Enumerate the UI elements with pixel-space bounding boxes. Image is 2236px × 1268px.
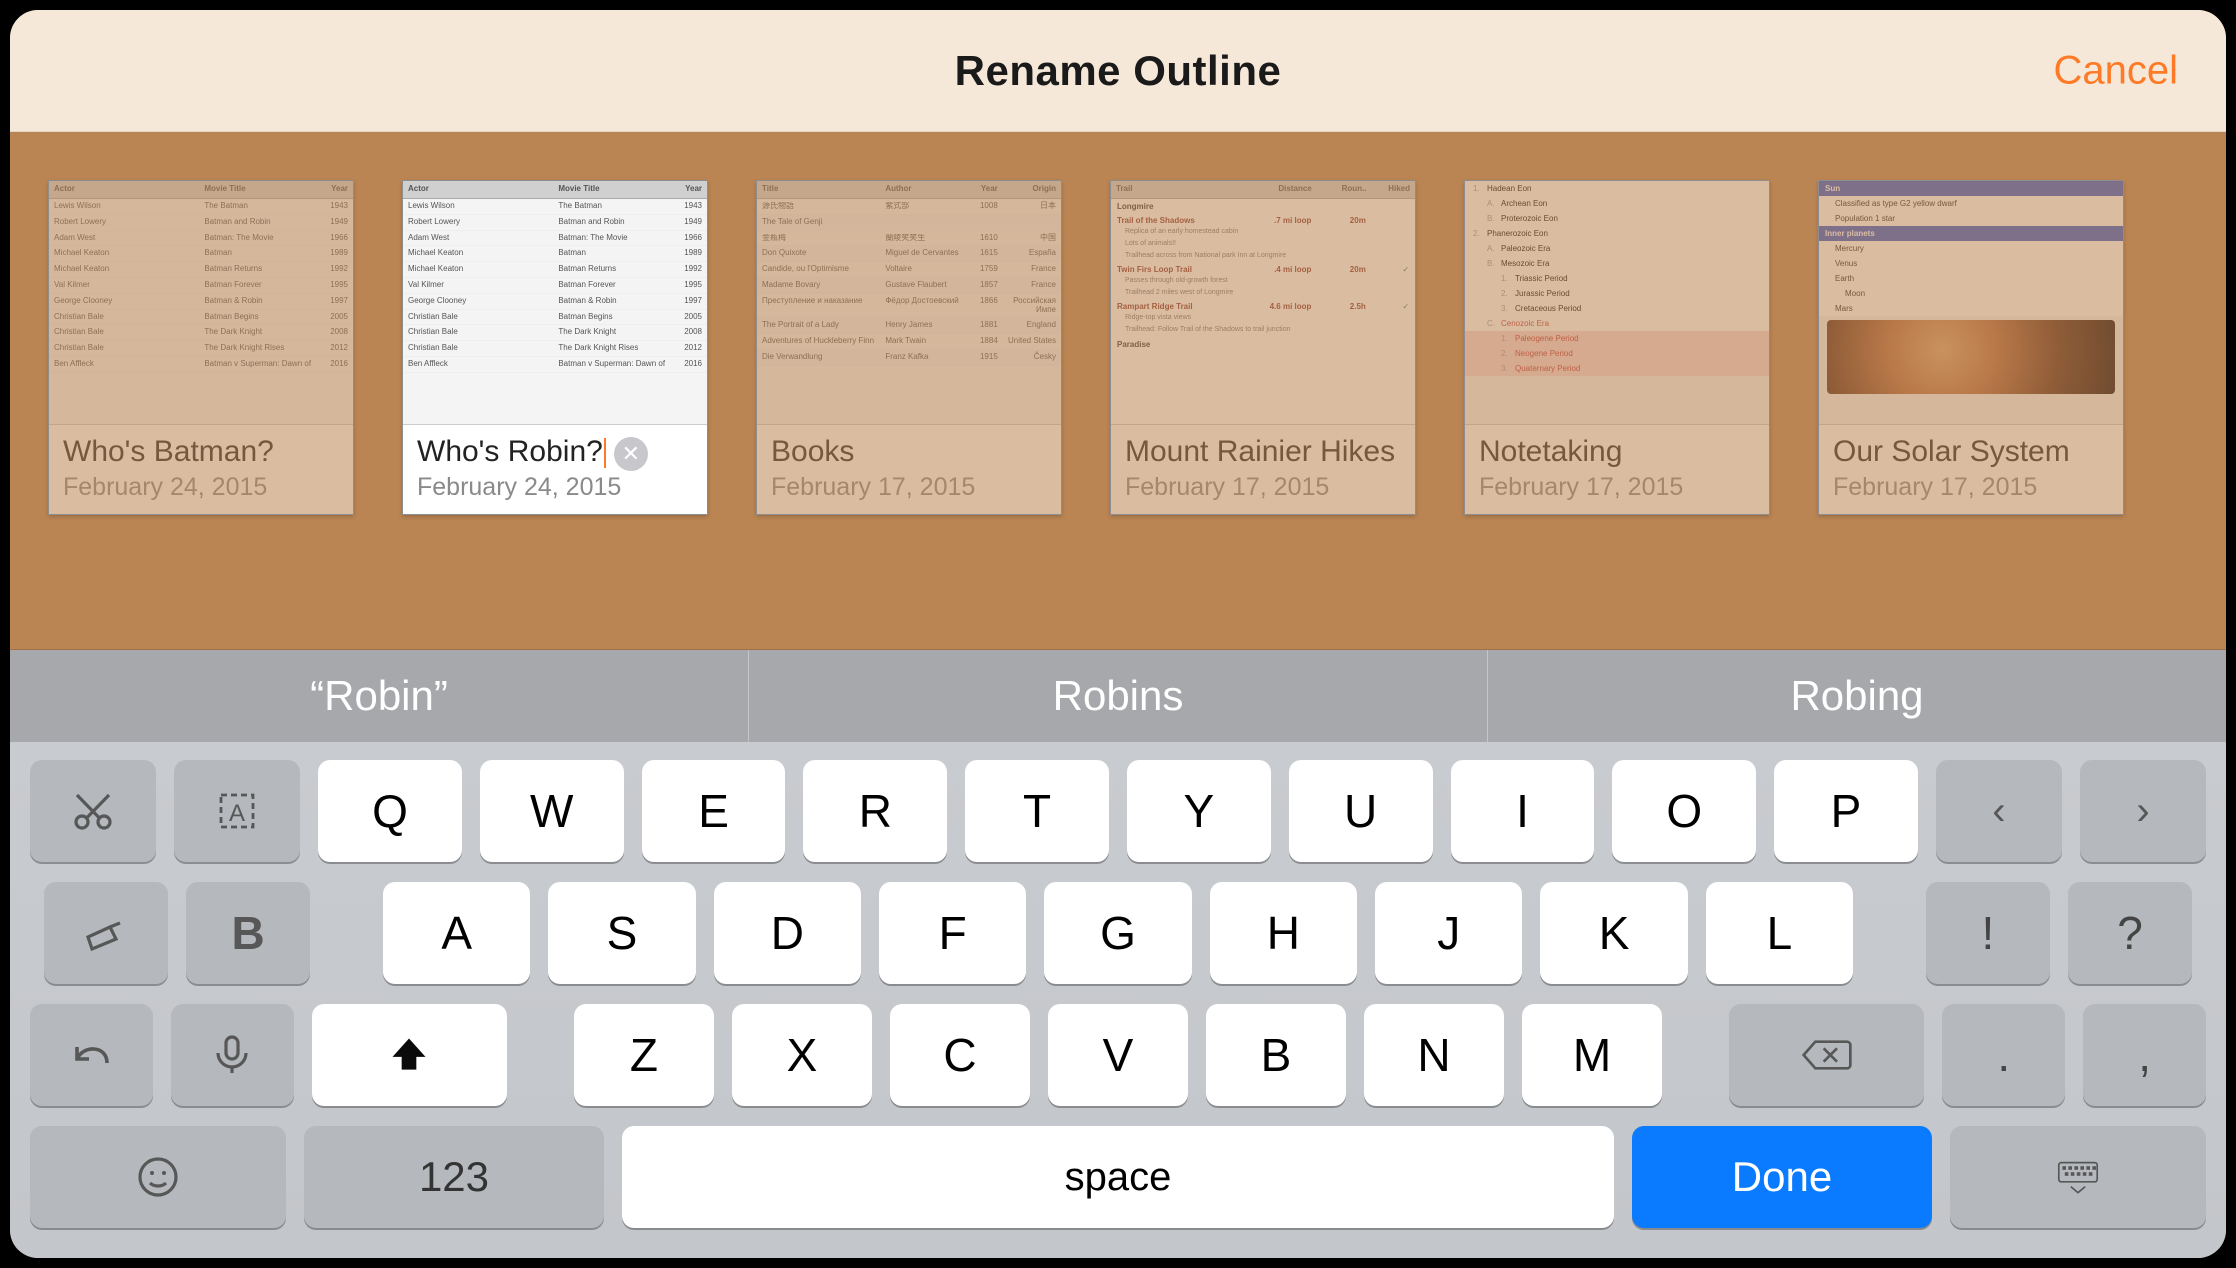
- key-g[interactable]: G: [1044, 882, 1191, 984]
- document-title: Notetaking: [1479, 435, 1755, 469]
- document-thumbnail: ActorMovie TitleYearLewis WilsonThe Batm…: [49, 181, 353, 425]
- document-footer: Mount Rainier Hikes February 17, 2015: [1111, 425, 1415, 514]
- undo-key[interactable]: [30, 1004, 153, 1106]
- key-l[interactable]: L: [1706, 882, 1853, 984]
- svg-text:A: A: [229, 800, 245, 827]
- document-footer: Books February 17, 2015: [757, 425, 1061, 514]
- document-title: Mount Rainier Hikes: [1125, 435, 1401, 469]
- key-row-1: A QWERTYUIOP ‹ ›: [30, 760, 2206, 862]
- key-a[interactable]: A: [383, 882, 530, 984]
- numbers-key[interactable]: 123: [304, 1126, 604, 1228]
- suggestion-1[interactable]: “Robin”: [10, 650, 749, 742]
- header-bar: Rename Outline Cancel: [10, 10, 2226, 132]
- space-key[interactable]: space: [622, 1126, 1614, 1228]
- select-all-key[interactable]: A: [174, 760, 300, 862]
- document-date: February 24, 2015: [63, 473, 339, 502]
- key-j[interactable]: J: [1375, 882, 1522, 984]
- key-m[interactable]: M: [1522, 1004, 1662, 1106]
- exclaim-key[interactable]: !: [1926, 882, 2050, 984]
- key-s[interactable]: S: [548, 882, 695, 984]
- dictation-key[interactable]: [171, 1004, 294, 1106]
- document-footer: Who's Batman? February 24, 2015: [49, 425, 353, 514]
- document-thumbnail: TitleAuthorYearOrigin源氏物語紫式部1008日本The Ta…: [757, 181, 1061, 425]
- key-b[interactable]: B: [1206, 1004, 1346, 1106]
- cancel-button[interactable]: Cancel: [2053, 48, 2178, 93]
- document-date: February 24, 2015: [417, 473, 693, 502]
- key-w[interactable]: W: [480, 760, 624, 862]
- document-grid: ActorMovie TitleYearLewis WilsonThe Batm…: [10, 132, 2226, 515]
- key-e[interactable]: E: [642, 760, 786, 862]
- dismiss-keyboard-key[interactable]: [1950, 1126, 2206, 1228]
- key-row-2: B ASDFGHJKL ! ?: [30, 882, 2206, 984]
- arrow-right-key[interactable]: ›: [2080, 760, 2206, 862]
- rename-input[interactable]: Who's Robin?: [417, 435, 606, 469]
- shift-key[interactable]: [312, 1004, 508, 1106]
- key-v[interactable]: V: [1048, 1004, 1188, 1106]
- document-card[interactable]: ActorMovie TitleYearLewis WilsonThe Batm…: [402, 180, 708, 515]
- key-r[interactable]: R: [803, 760, 947, 862]
- suggestion-bar: “Robin” Robins Robing: [10, 650, 2226, 742]
- document-card[interactable]: TrailDistanceRoun..HikedLongmireTrail of…: [1110, 180, 1416, 515]
- document-footer: Notetaking February 17, 2015: [1465, 425, 1769, 514]
- document-card[interactable]: SunClassified as type G2 yellow dwarfPop…: [1818, 180, 2124, 515]
- key-i[interactable]: I: [1451, 760, 1595, 862]
- cut-key[interactable]: [30, 760, 156, 862]
- key-f[interactable]: F: [879, 882, 1026, 984]
- arrow-left-key[interactable]: ‹: [1936, 760, 2062, 862]
- key-h[interactable]: H: [1210, 882, 1357, 984]
- key-k[interactable]: K: [1540, 882, 1687, 984]
- document-thumbnail: 1.Hadean EonA.Archean EonB.Proterozoic E…: [1465, 181, 1769, 425]
- app-window: Rename Outline Cancel ActorMovie TitleYe…: [10, 10, 2226, 1258]
- clear-text-icon[interactable]: ✕: [614, 437, 648, 471]
- key-row-3: ZXCVBNM . ,: [30, 1004, 2206, 1106]
- document-card[interactable]: TitleAuthorYearOrigin源氏物語紫式部1008日本The Ta…: [756, 180, 1062, 515]
- document-card[interactable]: ActorMovie TitleYearLewis WilsonThe Batm…: [48, 180, 354, 515]
- document-date: February 17, 2015: [1479, 473, 1755, 502]
- key-o[interactable]: O: [1612, 760, 1756, 862]
- key-n[interactable]: N: [1364, 1004, 1504, 1106]
- key-row-4: 123 space Done: [30, 1126, 2206, 1228]
- document-date: February 17, 2015: [771, 473, 1047, 502]
- document-thumbnail: ActorMovie TitleYearLewis WilsonThe Batm…: [403, 181, 707, 425]
- document-thumbnail: SunClassified as type G2 yellow dwarfPop…: [1819, 181, 2123, 425]
- suggestion-3[interactable]: Robing: [1488, 650, 2226, 742]
- key-x[interactable]: X: [732, 1004, 872, 1106]
- document-title: Who's Batman?: [63, 435, 339, 469]
- key-q[interactable]: Q: [318, 760, 462, 862]
- document-date: February 17, 2015: [1125, 473, 1401, 502]
- key-u[interactable]: U: [1289, 760, 1433, 862]
- comma-key[interactable]: ,: [2083, 1004, 2206, 1106]
- document-thumbnail: TrailDistanceRoun..HikedLongmireTrail of…: [1111, 181, 1415, 425]
- document-card[interactable]: 1.Hadean EonA.Archean EonB.Proterozoic E…: [1464, 180, 1770, 515]
- document-footer: Who's Robin?✕February 24, 2015: [403, 425, 707, 514]
- document-title: Books: [771, 435, 1047, 469]
- question-key[interactable]: ?: [2068, 882, 2192, 984]
- document-footer: Our Solar System February 17, 2015: [1819, 425, 2123, 514]
- done-key[interactable]: Done: [1632, 1126, 1932, 1228]
- key-y[interactable]: Y: [1127, 760, 1271, 862]
- key-c[interactable]: C: [890, 1004, 1030, 1106]
- document-title: Our Solar System: [1833, 435, 2109, 469]
- key-p[interactable]: P: [1774, 760, 1918, 862]
- paste-key[interactable]: [44, 882, 168, 984]
- keyboard-rows: A QWERTYUIOP ‹ › B ASDFGHJKL !: [10, 742, 2226, 1258]
- key-z[interactable]: Z: [574, 1004, 714, 1106]
- document-date: February 17, 2015: [1833, 473, 2109, 502]
- suggestion-2[interactable]: Robins: [749, 650, 1488, 742]
- key-d[interactable]: D: [714, 882, 861, 984]
- backspace-key[interactable]: [1729, 1004, 1925, 1106]
- period-key[interactable]: .: [1942, 1004, 2065, 1106]
- page-title: Rename Outline: [955, 47, 1282, 95]
- keyboard: “Robin” Robins Robing A: [10, 650, 2226, 1258]
- key-t[interactable]: T: [965, 760, 1109, 862]
- emoji-key[interactable]: [30, 1126, 286, 1228]
- bold-key[interactable]: B: [186, 882, 310, 984]
